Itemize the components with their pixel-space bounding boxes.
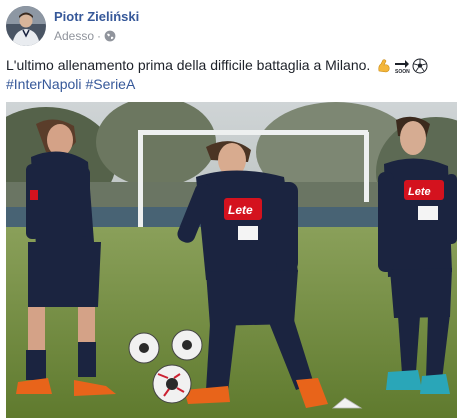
emoji-group: SOON	[376, 58, 428, 75]
hashtag-link[interactable]: #InterNapoli	[6, 75, 82, 94]
hashtag-list: #InterNapoli #SerieA	[6, 75, 451, 94]
author-avatar[interactable]	[6, 6, 46, 46]
hashtag-link[interactable]: #SerieA	[86, 75, 136, 94]
post-text: L'ultimo allenamento prima della diffici…	[6, 56, 451, 94]
soccer-ball-icon	[412, 58, 428, 74]
sponsor-logo: Lete	[228, 203, 253, 217]
flexed-biceps-icon	[376, 58, 392, 74]
meta-separator: ·	[97, 29, 102, 43]
facebook-post: Piotr Zieliński Adesso · L'ultimo allena…	[0, 0, 457, 418]
post-text-line: L'ultimo allenamento prima della diffici…	[6, 56, 451, 75]
svg-text:SOON: SOON	[395, 69, 410, 74]
sponsor-logo: Lete	[408, 186, 431, 198]
author-name[interactable]: Piotr Zieliński	[54, 9, 139, 24]
post-timestamp[interactable]: Adesso	[54, 29, 94, 43]
post-message: L'ultimo allenamento prima della diffici…	[6, 57, 371, 73]
globe-icon[interactable]	[104, 30, 116, 42]
post-meta: Adesso ·	[54, 29, 116, 43]
post-header: Piotr Zieliński Adesso ·	[0, 0, 457, 52]
soon-arrow-icon: SOON	[394, 58, 410, 75]
post-photo[interactable]: Lete Lete	[6, 102, 457, 418]
